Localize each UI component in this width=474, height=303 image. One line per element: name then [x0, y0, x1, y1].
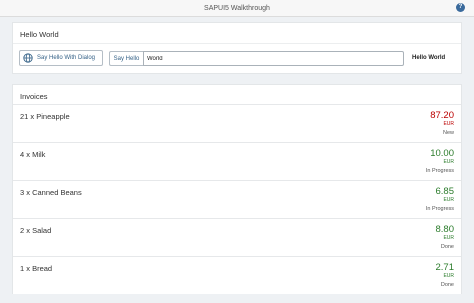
invoice-currency: EUR — [443, 273, 454, 279]
invoice-price: 8.80 — [435, 224, 455, 235]
invoice-item[interactable]: 2 x Salad 8.80 EUR Done — [13, 218, 461, 256]
invoice-title: 2 x Salad — [20, 226, 52, 235]
say-hello-dialog-button[interactable]: Say Hello With Dialog — [19, 50, 103, 66]
hello-output-text: Hello World — [412, 55, 446, 61]
hello-toolbar: Say Hello With Dialog Say Hello Hello Wo… — [13, 43, 461, 74]
name-input[interactable] — [143, 51, 404, 66]
invoice-currency: EUR — [443, 121, 454, 127]
invoice-panel: Invoices 21 x Pineapple 87.20 EUR New 4 … — [12, 84, 462, 294]
invoice-status: Done — [440, 282, 454, 288]
shell-header: SAPUI5 Walkthrough ? — [0, 0, 474, 17]
say-hello-dialog-label: Say Hello With Dialog — [37, 55, 96, 61]
invoice-status: In Progress — [425, 206, 454, 212]
invoice-item[interactable]: 3 x Canned Beans 6.85 EUR In Progress — [13, 180, 461, 218]
say-hello-button[interactable]: Say Hello — [109, 51, 143, 66]
invoice-status: In Progress — [425, 168, 454, 174]
invoice-price: 10.00 — [430, 148, 454, 159]
invoice-price: 2.71 — [435, 262, 455, 273]
app-title: SAPUI5 Walkthrough — [204, 4, 270, 12]
hello-panel-title: Hello World — [20, 30, 59, 39]
invoice-title: 21 x Pineapple — [20, 112, 70, 121]
invoice-panel-title: Invoices — [20, 92, 48, 101]
help-icon[interactable]: ? — [456, 3, 465, 12]
invoice-item[interactable]: 21 x Pineapple 87.20 EUR New — [13, 104, 461, 142]
invoice-title: 3 x Canned Beans — [20, 188, 82, 197]
invoice-title: 4 x Milk — [20, 150, 46, 159]
invoice-currency: EUR — [443, 197, 454, 203]
invoice-status: Done — [440, 244, 454, 250]
invoice-price: 6.85 — [435, 186, 455, 197]
invoice-price: 87.20 — [430, 110, 454, 121]
invoice-status: New — [442, 130, 454, 136]
globe-icon — [23, 53, 33, 63]
invoice-item[interactable]: 1 x Bread 2.71 EUR Done — [13, 256, 461, 294]
invoice-item[interactable]: 4 x Milk 10.00 EUR In Progress — [13, 142, 461, 180]
invoice-list: 21 x Pineapple 87.20 EUR New 4 x Milk 10… — [13, 104, 461, 294]
invoice-title: 1 x Bread — [20, 264, 53, 273]
invoice-currency: EUR — [443, 159, 454, 165]
hello-panel: Hello World Say Hello With Dialog Say He… — [12, 22, 462, 74]
invoice-currency: EUR — [443, 235, 454, 241]
